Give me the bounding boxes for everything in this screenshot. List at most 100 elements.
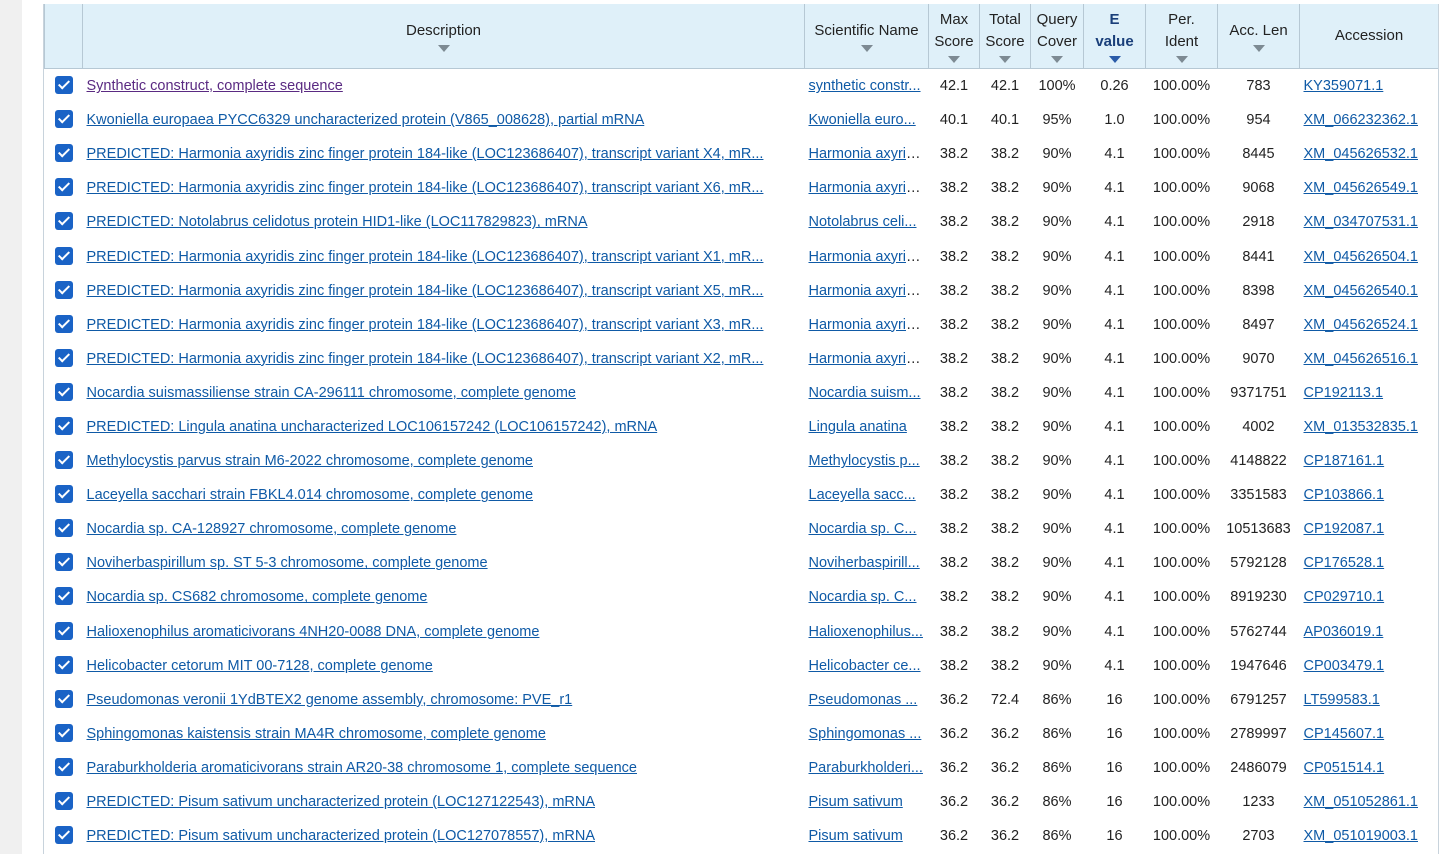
scientific-name-link[interactable]: Nocardia sp. C...: [809, 589, 917, 605]
description-link[interactable]: Nocardia suismassiliense strain CA-29611…: [87, 385, 576, 401]
scientific-name-link[interactable]: Nocardia sp. C...: [809, 521, 917, 537]
accession-link[interactable]: XM_045626540.1: [1304, 283, 1419, 299]
scientific-name-link[interactable]: Pisum sativum: [809, 828, 903, 844]
scientific-name-link[interactable]: Lingula anatina: [809, 419, 907, 435]
header-e-value[interactable]: Evalue: [1083, 4, 1146, 69]
row-checkbox[interactable]: [54, 723, 73, 742]
accession-link[interactable]: XM_045626532.1: [1304, 146, 1419, 162]
accession-link[interactable]: CP029710.1: [1304, 589, 1385, 605]
scientific-name-link[interactable]: Noviherbaspirill...: [809, 555, 920, 571]
row-checkbox[interactable]: [54, 382, 73, 401]
description-link[interactable]: PREDICTED: Pisum sativum uncharacterized…: [87, 828, 596, 844]
row-checkbox[interactable]: [54, 314, 73, 333]
header-description[interactable]: Description: [82, 4, 805, 69]
description-link[interactable]: PREDICTED: Notolabrus celidotus protein …: [87, 214, 588, 230]
description-link[interactable]: PREDICTED: Harmonia axyridis zinc finger…: [87, 317, 764, 333]
row-checkbox[interactable]: [54, 280, 73, 299]
scientific-name-link[interactable]: Methylocystis p...: [809, 453, 920, 469]
description-link[interactable]: PREDICTED: Harmonia axyridis zinc finger…: [87, 351, 764, 367]
accession-link[interactable]: XM_051052861.1: [1304, 794, 1419, 810]
accession-link[interactable]: CP145607.1: [1304, 726, 1385, 742]
row-checkbox[interactable]: [54, 416, 73, 435]
description-link[interactable]: PREDICTED: Harmonia axyridis zinc finger…: [87, 180, 764, 196]
header-query-cover[interactable]: Query Cover: [1030, 4, 1084, 69]
scientific-name-link[interactable]: Notolabrus celi...: [809, 214, 917, 230]
sort-caret-active-icon[interactable]: [1108, 56, 1121, 63]
scientific-name-link[interactable]: Harmonia axyridis: [809, 146, 925, 162]
accession-link[interactable]: KY359071.1: [1304, 78, 1384, 94]
sort-caret-icon[interactable]: [999, 56, 1011, 63]
accession-link[interactable]: CP003479.1: [1304, 658, 1385, 674]
accession-link[interactable]: XM_051019003.1: [1304, 828, 1419, 844]
row-checkbox[interactable]: [54, 553, 73, 572]
accession-link[interactable]: CP103866.1: [1304, 487, 1385, 503]
row-checkbox[interactable]: [54, 178, 73, 197]
scientific-name-link[interactable]: Harmonia axyridis: [809, 249, 925, 265]
sort-caret-icon[interactable]: [1175, 56, 1188, 63]
scientific-name-link[interactable]: Laceyella sacc...: [809, 487, 916, 503]
row-checkbox[interactable]: [54, 757, 73, 776]
accession-link[interactable]: CP051514.1: [1304, 760, 1385, 776]
scientific-name-link[interactable]: Harmonia axyridis: [809, 351, 925, 367]
description-link[interactable]: Laceyella sacchari strain FBKL4.014 chro…: [87, 487, 534, 503]
row-checkbox[interactable]: [54, 348, 73, 367]
header-acc-len[interactable]: Acc. Len: [1217, 4, 1300, 69]
header-scientific-name[interactable]: Scientific Name: [804, 4, 929, 69]
scientific-name-link[interactable]: Sphingomonas ...: [809, 726, 922, 742]
description-link[interactable]: Pseudomonas veronii 1YdBTEX2 genome asse…: [87, 692, 573, 708]
header-total-score[interactable]: Total Score: [979, 4, 1031, 69]
header-max-score[interactable]: Max Score: [928, 4, 980, 69]
description-link[interactable]: Noviherbaspirillum sp. ST 5-3 chromosome…: [87, 555, 488, 571]
scientific-name-link[interactable]: Harmonia axyridis: [809, 317, 925, 333]
scientific-name-link[interactable]: Pseudomonas ...: [809, 692, 918, 708]
scientific-name-link[interactable]: Kwoniella euro...: [809, 112, 916, 128]
description-link[interactable]: Helicobacter cetorum MIT 00-7128, comple…: [87, 658, 433, 674]
sort-caret-icon[interactable]: [860, 45, 873, 52]
row-checkbox[interactable]: [54, 792, 73, 811]
accession-link[interactable]: CP192087.1: [1304, 521, 1385, 537]
description-link[interactable]: PREDICTED: Pisum sativum uncharacterized…: [87, 794, 596, 810]
description-link[interactable]: PREDICTED: Harmonia axyridis zinc finger…: [87, 283, 764, 299]
description-link[interactable]: Nocardia sp. CA-128927 chromosome, compl…: [87, 521, 457, 537]
description-link[interactable]: Sphingomonas kaistensis strain MA4R chro…: [87, 726, 546, 742]
scientific-name-link[interactable]: Harmonia axyridis: [809, 283, 925, 299]
row-checkbox[interactable]: [54, 485, 73, 504]
accession-link[interactable]: XM_066232362.1: [1304, 112, 1419, 128]
row-checkbox[interactable]: [54, 587, 73, 606]
accession-link[interactable]: XM_045626516.1: [1304, 351, 1419, 367]
scientific-name-link[interactable]: Paraburkholderi...: [809, 760, 923, 776]
accession-link[interactable]: XM_045626524.1: [1304, 317, 1419, 333]
row-checkbox[interactable]: [54, 519, 73, 538]
row-checkbox[interactable]: [54, 110, 73, 129]
description-link[interactable]: PREDICTED: Lingula anatina uncharacteriz…: [87, 419, 658, 435]
scientific-name-link[interactable]: Helicobacter ce...: [809, 658, 921, 674]
description-link[interactable]: PREDICTED: Harmonia axyridis zinc finger…: [87, 146, 764, 162]
sort-caret-icon[interactable]: [1252, 45, 1265, 52]
accession-link[interactable]: CP187161.1: [1304, 453, 1385, 469]
row-checkbox[interactable]: [54, 76, 73, 95]
row-checkbox[interactable]: [54, 144, 73, 163]
description-link[interactable]: Methylocystis parvus strain M6-2022 chro…: [87, 453, 533, 469]
description-link[interactable]: Kwoniella europaea PYCC6329 uncharacteri…: [87, 112, 645, 128]
row-checkbox[interactable]: [54, 246, 73, 265]
scientific-name-link[interactable]: Pisum sativum: [809, 794, 903, 810]
accession-link[interactable]: XM_013532835.1: [1304, 419, 1419, 435]
accession-link[interactable]: XM_045626549.1: [1304, 180, 1419, 196]
header-per-ident[interactable]: Per. Ident: [1145, 4, 1218, 69]
accession-link[interactable]: XM_045626504.1: [1304, 249, 1419, 265]
description-link[interactable]: Paraburkholderia aromaticivorans strain …: [87, 760, 637, 776]
sort-caret-icon[interactable]: [948, 56, 960, 63]
description-link[interactable]: Halioxenophilus aromaticivorans 4NH20-00…: [87, 624, 540, 640]
row-checkbox[interactable]: [54, 689, 73, 708]
accession-link[interactable]: XM_034707531.1: [1304, 214, 1419, 230]
header-accession[interactable]: Accession: [1299, 4, 1438, 69]
accession-link[interactable]: CP192113.1: [1304, 385, 1384, 401]
row-checkbox[interactable]: [54, 826, 73, 845]
row-checkbox[interactable]: [54, 212, 73, 231]
sort-caret-icon[interactable]: [437, 45, 450, 52]
accession-link[interactable]: AP036019.1: [1304, 624, 1384, 640]
sort-caret-icon[interactable]: [1051, 56, 1063, 63]
scientific-name-link[interactable]: Halioxenophilus...: [809, 624, 923, 640]
row-checkbox[interactable]: [54, 655, 73, 674]
description-link[interactable]: Synthetic construct, complete sequence: [87, 78, 343, 94]
